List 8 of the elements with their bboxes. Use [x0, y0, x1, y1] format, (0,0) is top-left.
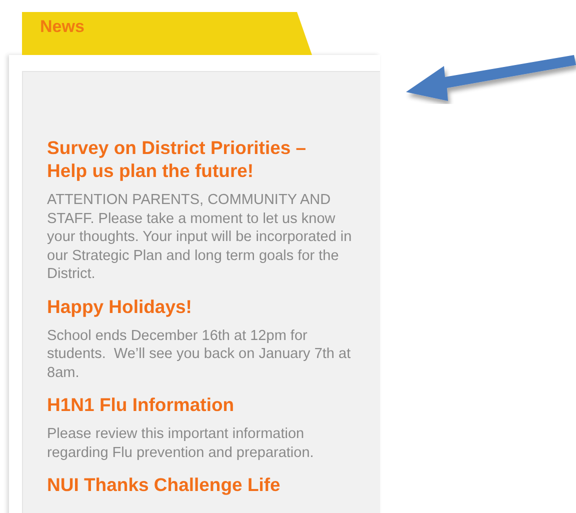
news-headline[interactable]: H1N1 Flu Information [47, 393, 347, 416]
news-headline[interactable]: NUI Thanks Challenge Life [47, 473, 347, 496]
news-summary: Please review this important information regarding Flu prevention and preparation. [47, 425, 315, 462]
news-summary: ATTENTION PARENTS, COMMUNITY AND STAFF. Please take a moment to let us know your thoughts. Your input will be incorporated in our Strategic Plan and long term goals for the District. [47, 191, 353, 284]
news-headline[interactable]: Survey on District Priorities – Help us plan the future! [47, 136, 347, 182]
news-summary: School ends December 16th at 12pm for students. We’ll see you back on January 7th at 8am. [47, 326, 352, 382]
news-tab[interactable]: News [22, 12, 312, 55]
news-headline[interactable]: Happy Holidays! [47, 294, 347, 318]
